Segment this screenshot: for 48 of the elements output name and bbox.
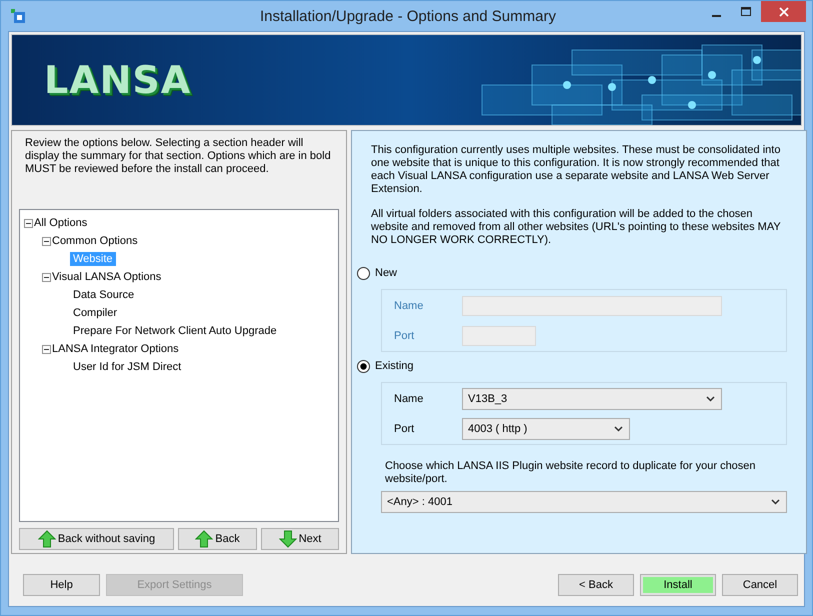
back-button[interactable]: Back — [178, 528, 257, 550]
radio-button[interactable] — [357, 266, 370, 280]
radio-label: New — [375, 267, 398, 279]
instructions-text: Review the options below. Selecting a section header will display the summary for that section. Options which are in bold MUST be reviewed before the install can proceed. — [25, 137, 332, 177]
install-button[interactable]: Install — [640, 574, 716, 596]
field-label: Port — [394, 330, 416, 342]
next-button[interactable]: Next — [261, 528, 339, 550]
up-arrow-icon — [195, 530, 214, 548]
collapse-icon[interactable] — [42, 236, 51, 246]
app-icon — [11, 9, 25, 23]
back-button[interactable]: < Back — [558, 574, 634, 596]
description-text: All virtual folders associated with this configuration will be added to the chosen website and removed from all other websites (URL's pointing to these websites MAY NO LONGER WORK CORRECTLY). — [371, 208, 782, 247]
field-label: Port — [394, 423, 416, 435]
field-label: Name — [394, 393, 424, 405]
back-button[interactable]: Back without saving — [19, 528, 174, 550]
tree-item[interactable]: All Options — [34, 216, 90, 230]
collapse-icon[interactable] — [24, 218, 33, 228]
tree-item[interactable]: Common Options — [52, 234, 141, 248]
minimize-icon[interactable] — [712, 14, 720, 16]
tree-item[interactable]: Visual LANSA Options — [52, 270, 164, 284]
field-label: Name — [394, 300, 424, 312]
tree-item[interactable]: User Id for JSM Direct — [70, 360, 184, 374]
logo: LANSA — [44, 61, 192, 99]
cancel-button[interactable]: Cancel — [722, 574, 798, 596]
radio-button[interactable] — [357, 360, 370, 372]
description-text: This configuration currently uses multiple websites. These must be consolidated into one website that is unique to this configuration. It is now strongly recommended that each Visual LANSA configuration use a separate website and LANSA Web Server Extension. — [371, 144, 782, 196]
maximize-icon[interactable] — [741, 7, 751, 16]
radio-label: Existing — [375, 360, 414, 372]
help-button[interactable]: Help — [23, 574, 100, 596]
chevron-down-icon — [614, 426, 623, 432]
input-field[interactable] — [462, 326, 536, 346]
close-icon[interactable] — [778, 6, 788, 16]
collapse-icon[interactable] — [42, 344, 51, 354]
tree-item[interactable]: Data Source — [70, 288, 138, 302]
dropdown[interactable]: 4003 ( http ) — [462, 418, 630, 440]
window-title: Installation/Upgrade - Options and Summary — [259, 8, 557, 24]
tree-item[interactable]: LANSA Integrator Options — [52, 342, 182, 356]
tree-item[interactable]: Prepare For Network Client Auto Upgrade — [70, 324, 280, 338]
prompt-text: Choose which LANSA IIS Plugin website record to duplicate for your chosen website/port. — [385, 460, 757, 486]
down-arrow-icon — [278, 530, 297, 548]
chevron-down-icon — [706, 396, 715, 402]
input-field[interactable] — [462, 296, 722, 316]
chevron-down-icon — [771, 499, 780, 505]
up-arrow-icon — [38, 530, 56, 548]
collapse-icon[interactable] — [42, 272, 51, 282]
dropdown[interactable]: V13B_3 — [462, 388, 722, 410]
dropdown[interactable]: <Any> : 4001 — [381, 491, 787, 513]
tree-item[interactable]: Compiler — [70, 306, 120, 320]
